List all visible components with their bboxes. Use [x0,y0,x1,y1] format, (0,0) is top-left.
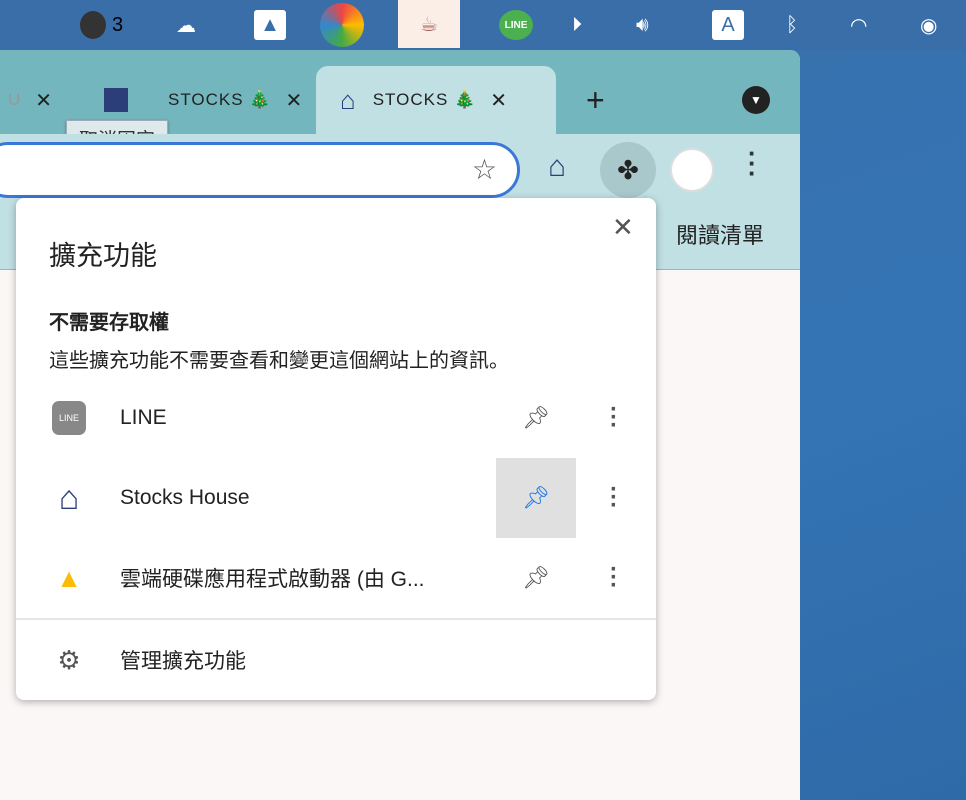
stocks-house-icon: ⌂ [340,84,357,115]
tab-title: U [8,90,22,109]
pinned-tab[interactable]: U ✕ [8,66,53,134]
menu-bar: 3 ☁ ▲ ☕ LINE ⏵ 🔊︎ A ᛒ ◠ ◉ [0,0,966,50]
popup-title: 擴充功能 [49,241,157,271]
extension-item-line[interactable]: LINE LINE 📌︎ · · · [16,378,656,458]
manage-extensions-button[interactable]: ⚙ 管理擴充功能 [16,620,656,700]
badge-count: 3 [112,13,124,36]
volume-icon[interactable]: 🔊︎ [636,10,649,40]
tab-title: STOCKS 🎄 [372,90,477,109]
google-drive-icon: ▲ [56,562,82,593]
more-options-icon[interactable]: · · · [604,478,624,518]
pin-icon[interactable]: 📌︎ [496,538,576,618]
line-menubar-icon[interactable]: LINE [499,10,533,40]
stocks-favicon [104,88,128,112]
line-icon: LINE [52,401,86,435]
input-method-icon[interactable]: A [712,10,744,40]
color-app-icon[interactable] [320,3,364,47]
extensions-puzzle-icon[interactable]: ✤ [600,142,656,198]
profile-avatar[interactable] [670,148,714,192]
extension-name: Stocks House [120,486,250,509]
close-popup-icon[interactable]: ✕ [612,212,634,243]
tab-title: STOCKS 🎄 [168,90,272,109]
user-account-icon[interactable]: ◉ [920,10,937,40]
close-tab-icon[interactable]: ✕ [35,88,53,113]
stocks-house-extension-icon[interactable]: ⌂ [548,150,566,184]
chat-app-icon[interactable]: 3 [80,10,123,40]
pinned-pin-icon[interactable]: 📌︎ [496,458,576,538]
bookmark-star-icon[interactable]: ☆ [472,153,497,186]
new-tab-button[interactable]: + [586,66,606,134]
tab-stocks-active[interactable]: ⌂ STOCKS 🎄 ✕ [316,66,556,134]
more-options-icon[interactable]: · · · [604,558,624,598]
wifi-icon[interactable]: ◠ [850,10,867,40]
gear-icon: ⚙ [57,644,81,675]
address-bar[interactable]: ☆ [0,142,520,198]
close-tab-icon[interactable]: ✕ [285,88,303,113]
extension-name: 雲端硬碟應用程式啟動器 (由 G... [120,568,425,591]
pin-icon[interactable]: 📌︎ [496,378,576,458]
more-options-icon[interactable]: · · · [604,398,624,438]
play-icon[interactable]: ⏵ [572,10,582,40]
manage-extensions-label: 管理擴充功能 [120,650,246,673]
tab-strip: U✕ STOCKS 🎄✕ ⌂STOCKS 🎄✕ + ▼ 取消固定 [0,50,800,157]
tab-search-button[interactable]: ▼ [742,86,770,114]
coffee-app-icon[interactable]: ☕ [398,0,460,48]
extensions-popup: 擴充功能 ✕ 不需要存取權 這些擴充功能不需要查看和變更這個網站上的資訊。 LI… [16,198,656,700]
bluetooth-icon[interactable]: ᛒ [786,10,798,40]
section-description: 這些擴充功能不需要查看和變更這個網站上的資訊。 [49,350,509,372]
drive-menubar-icon[interactable]: ▲ [254,10,286,40]
extension-item-drive-launcher[interactable]: ▲ 雲端硬碟應用程式啟動器 (由 G... 📌︎ · · · [16,538,656,618]
close-tab-icon[interactable]: ✕ [490,88,508,113]
reading-list-button[interactable]: 閱讀清單 [676,218,764,250]
creative-cloud-icon[interactable]: ☁ [176,10,196,40]
section-title: 不需要存取權 [49,312,169,334]
extension-item-stocks-house[interactable]: ⌂ Stocks House 📌︎ · · · [16,458,656,538]
chrome-menu-icon[interactable]: · · · [748,140,757,186]
stocks-house-icon: ⌂ [58,478,80,517]
extension-name: LINE [120,406,167,429]
